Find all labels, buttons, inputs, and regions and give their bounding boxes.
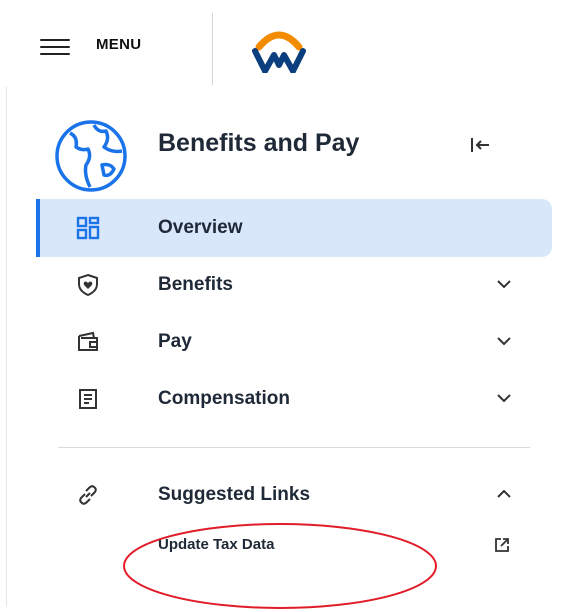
sidebar-item-benefits[interactable]: Benefits bbox=[36, 256, 552, 314]
section-divider bbox=[58, 447, 530, 448]
sidebar-item-label: Pay bbox=[158, 331, 192, 352]
dashboard-grid-icon bbox=[76, 216, 100, 240]
chevron-down-icon[interactable] bbox=[496, 336, 512, 346]
sidebar-item-compensation[interactable]: Compensation bbox=[36, 370, 552, 428]
shield-heart-icon bbox=[78, 273, 98, 297]
topbar-divider bbox=[212, 13, 213, 85]
page-title: Benefits and Pay bbox=[158, 129, 360, 157]
sidebar-item-pay[interactable]: Pay bbox=[36, 313, 552, 371]
sidebar-item-label: Benefits bbox=[158, 274, 233, 295]
suggested-links-label: Suggested Links bbox=[158, 484, 311, 505]
hamburger-menu-icon[interactable] bbox=[40, 39, 70, 55]
sidebar-item-overview[interactable]: Overview bbox=[36, 199, 552, 257]
chevron-down-icon[interactable] bbox=[496, 393, 512, 403]
wallet-icon bbox=[78, 331, 98, 351]
document-lines-icon bbox=[79, 389, 97, 409]
sidebar-item-label: Compensation bbox=[158, 388, 290, 409]
chevron-up-icon[interactable] bbox=[496, 489, 512, 499]
external-link-icon[interactable] bbox=[495, 538, 509, 552]
suggested-links-header[interactable]: Suggested Links bbox=[36, 466, 552, 524]
chevron-down-icon[interactable] bbox=[496, 279, 512, 289]
workday-logo[interactable] bbox=[247, 25, 311, 73]
link-icon bbox=[79, 485, 97, 505]
top-bar: MENU bbox=[0, 0, 580, 86]
menu-label[interactable]: MENU bbox=[96, 36, 141, 53]
annotation-ellipse bbox=[123, 523, 437, 609]
globe-icon bbox=[55, 120, 127, 192]
sidebar-item-label: Overview bbox=[158, 217, 243, 238]
section-header: Benefits and Pay bbox=[0, 110, 580, 192]
collapse-sidebar-icon[interactable] bbox=[470, 136, 490, 154]
